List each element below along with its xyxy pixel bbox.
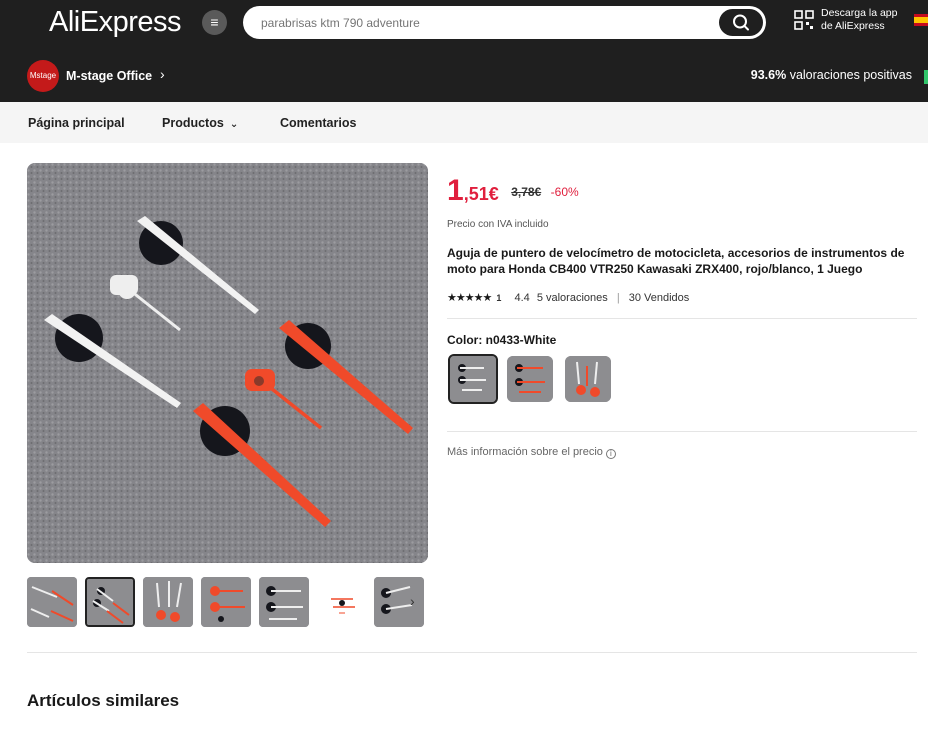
thumbnail-4[interactable] bbox=[201, 577, 251, 627]
price-decimals: ,51€ bbox=[463, 184, 499, 204]
original-price: 3,78€ bbox=[511, 185, 542, 199]
star-rating-icon: ★★★★★ bbox=[447, 292, 492, 304]
current-price: 1,51€ bbox=[447, 174, 499, 208]
menu-icon[interactable]: ≡ bbox=[202, 10, 227, 35]
store-bar: Mstage M-stage Office › 93.6% valoracion… bbox=[0, 46, 928, 102]
star-rating-small: 1 bbox=[496, 293, 502, 303]
product-title: Aguja de puntero de velocímetro de motoc… bbox=[447, 246, 905, 276]
similar-items-heading: Artículos similares bbox=[27, 691, 180, 710]
thumbnail-7[interactable] bbox=[374, 577, 424, 627]
divider bbox=[27, 652, 917, 653]
color-label: Color: n0433-White bbox=[447, 333, 557, 347]
more-price-info[interactable]: Más información sobre el precio i bbox=[447, 446, 616, 459]
price-integer: 1 bbox=[447, 174, 464, 207]
chevron-right-icon[interactable]: › bbox=[410, 593, 415, 609]
qr-code-icon bbox=[794, 10, 814, 30]
rating-value: 4.4 bbox=[514, 292, 530, 304]
more-price-info-label: Más información sobre el precio bbox=[447, 446, 603, 458]
thumbnail-2-image bbox=[87, 579, 133, 625]
thumbnail-3[interactable] bbox=[143, 577, 193, 627]
color-swatch-red-image bbox=[507, 356, 553, 402]
search-input[interactable] bbox=[261, 6, 701, 39]
top-header: AliExpress ≡ Descarga la app de AliExpre… bbox=[0, 0, 928, 46]
chevron-down-icon: ⌄ bbox=[229, 119, 239, 130]
info-icon[interactable]: i bbox=[605, 449, 616, 459]
thumbnail-7-image bbox=[374, 577, 424, 627]
nav-products-label: Productos bbox=[162, 116, 224, 130]
search-bar bbox=[243, 6, 766, 39]
thumbnail-2[interactable] bbox=[85, 577, 135, 627]
store-name[interactable]: M-stage Office bbox=[66, 69, 152, 83]
thumbnail-6-image bbox=[317, 577, 367, 627]
search-icon bbox=[733, 14, 749, 31]
thumbnail-5[interactable] bbox=[259, 577, 309, 627]
separator: | bbox=[616, 292, 620, 304]
app-download-text: Descarga la app de AliExpress bbox=[821, 7, 898, 32]
positive-ratings-label: valoraciones positivas bbox=[786, 68, 912, 82]
thumbnail-5-image bbox=[259, 577, 309, 627]
thumbnail-6[interactable] bbox=[317, 577, 367, 627]
nav-reviews[interactable]: Comentarios bbox=[280, 116, 356, 130]
price-row: 1,51€ 3,78€ -60% bbox=[447, 174, 579, 208]
thumbnail-1-image bbox=[27, 577, 77, 627]
color-swatch-white[interactable] bbox=[448, 354, 498, 404]
sold-count: 30 Vendidos bbox=[628, 292, 690, 304]
nav-products[interactable]: Productos ⌄ bbox=[162, 116, 238, 130]
thumbnail-3-image bbox=[143, 577, 193, 627]
positive-ratings: 93.6% valoraciones positivas bbox=[751, 68, 912, 82]
divider bbox=[447, 318, 917, 319]
color-swatch-mixed[interactable] bbox=[565, 356, 611, 402]
aliexpress-logo[interactable]: AliExpress bbox=[49, 6, 182, 39]
thumbnail-4-image bbox=[201, 577, 251, 627]
color-swatch-mixed-image bbox=[565, 356, 611, 402]
positive-ratings-value: 93.6% bbox=[750, 68, 787, 82]
nav-home[interactable]: Página principal bbox=[28, 116, 125, 130]
divider bbox=[447, 431, 917, 432]
color-swatch-red[interactable] bbox=[507, 356, 553, 402]
store-logo[interactable]: Mstage bbox=[27, 60, 59, 92]
product-photo bbox=[27, 163, 428, 563]
side-widget[interactable] bbox=[924, 70, 928, 84]
reviews-count[interactable]: 5 valoraciones bbox=[537, 292, 608, 304]
product-main-image[interactable] bbox=[27, 163, 428, 563]
thumbnail-1[interactable] bbox=[27, 577, 77, 627]
vat-note: Precio con IVA incluido bbox=[447, 219, 549, 230]
discount-badge: -60% bbox=[550, 185, 579, 199]
spain-flag-icon[interactable] bbox=[914, 14, 928, 26]
store-nav: Página principal Productos ⌄ Comentarios bbox=[0, 102, 928, 143]
color-swatch-white-image bbox=[450, 356, 496, 402]
search-button[interactable] bbox=[719, 9, 763, 36]
thumbnail-strip: › bbox=[27, 577, 428, 627]
rating-row: ★★★★★ 1 4.4 5 valoraciones | 30 Vendidos bbox=[447, 291, 689, 304]
chevron-right-icon[interactable]: › bbox=[160, 66, 165, 82]
